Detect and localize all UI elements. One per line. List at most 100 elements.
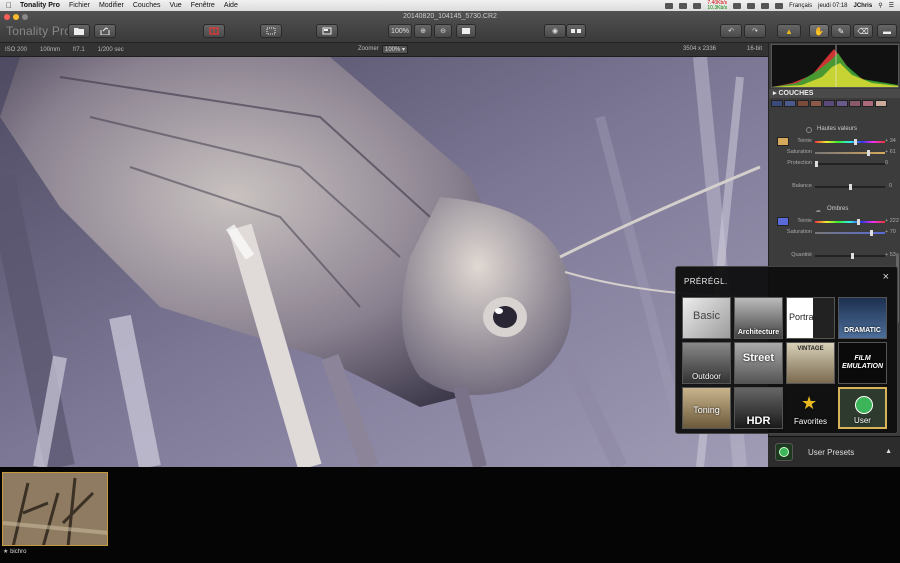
zoom-in-button[interactable]: ⊕ (414, 24, 432, 38)
preset-user[interactable]: User (838, 387, 887, 429)
menu-vue[interactable]: Vue (170, 2, 182, 9)
filmstrip-thumbnail[interactable] (2, 472, 108, 546)
preset-outdoor[interactable]: Outdoor (682, 342, 731, 384)
preset-swatch[interactable] (862, 100, 874, 107)
tray-app-icon[interactable] (665, 2, 674, 9)
fit-button[interactable] (456, 24, 476, 38)
brush-tool[interactable]: ✎ (831, 24, 851, 38)
highlights-slider[interactable] (815, 139, 885, 145)
zoom-out-icon: ⊖ (440, 28, 446, 35)
dropbox-icon[interactable] (679, 2, 688, 9)
grasshopper-photo (0, 57, 768, 467)
menu-modifier[interactable]: Modifier (99, 2, 124, 9)
zoom-select[interactable]: 100% ▾ (382, 45, 408, 54)
user-presets-bar[interactable]: User Presets ▲ (768, 436, 900, 467)
user-name[interactable]: JChris (854, 3, 873, 9)
preset-swatch[interactable] (771, 100, 783, 107)
battery-icon[interactable] (775, 2, 784, 9)
preset-swatch[interactable] (875, 100, 887, 107)
eraser-tool[interactable]: ⌫ (853, 24, 873, 38)
undo-button[interactable]: ↶ (720, 24, 742, 38)
shadows-cloud-icon[interactable]: ☁ (815, 207, 821, 214)
shadows-slider[interactable] (815, 230, 885, 236)
balance-slider[interactable] (815, 184, 885, 190)
star-icon: ★ (3, 549, 9, 555)
preset-swatch[interactable] (797, 100, 809, 107)
highlights-knob[interactable] (854, 139, 857, 145)
zoom-100-button[interactable]: 100% (388, 24, 412, 38)
thumbnail-name: bichro (10, 549, 27, 555)
balance-knob[interactable] (849, 184, 852, 190)
preset-film-emulation[interactable]: FILM EMULATION (838, 342, 887, 384)
preset-swatch[interactable] (849, 100, 861, 107)
share-button[interactable] (94, 24, 116, 38)
window-icon (322, 27, 332, 35)
app-window:  Tonality Pro Fichier Modifier Couches … (0, 0, 900, 563)
highlights-toggle-icon[interactable] (806, 127, 812, 133)
search-icon[interactable]: ⚲ (878, 2, 882, 9)
shadows-knob[interactable] (870, 230, 873, 236)
balance-value: 0 (889, 183, 893, 189)
quantity-slider[interactable] (815, 253, 885, 259)
close-icon[interactable]: × (883, 271, 889, 283)
preset-swatch[interactable] (810, 100, 822, 107)
bluetooth-icon[interactable] (733, 2, 742, 9)
layers-header[interactable]: ▸ COUCHES (769, 89, 900, 98)
menu-aide[interactable]: Aide (224, 2, 238, 9)
menu-couches[interactable]: Couches (133, 2, 161, 9)
highlights-label: Saturation (786, 149, 812, 155)
preset-label: Toning (693, 405, 720, 415)
preset-portrait[interactable]: Portrait (786, 297, 835, 339)
preview-button[interactable]: ◉ (544, 24, 566, 38)
histogram-tool[interactable]: ▲ (777, 24, 801, 38)
highlights-knob[interactable] (867, 150, 870, 156)
hand-tool[interactable]: ✋ (809, 24, 829, 38)
preset-toning[interactable]: Toning (682, 387, 731, 429)
clock[interactable]: jeudi 07:18 (818, 3, 847, 9)
compare-button[interactable] (203, 24, 225, 38)
highlights-slider[interactable] (815, 150, 885, 156)
tray-sync-icon[interactable] (693, 2, 702, 9)
menu-fenetre[interactable]: Fenêtre (191, 2, 215, 9)
preset-street[interactable]: Street (734, 342, 783, 384)
redo-icon: ↷ (752, 28, 758, 35)
star-icon: ★ (801, 393, 818, 413)
preset-swatch[interactable] (836, 100, 848, 107)
folder-icon (74, 28, 84, 35)
crop-icon (266, 27, 276, 35)
split-view-button[interactable] (566, 24, 586, 38)
menu-app-name[interactable]: Tonality Pro (20, 2, 60, 9)
preset-vintage[interactable]: VINTAGE (786, 342, 835, 384)
wifi-icon[interactable] (747, 2, 756, 9)
language-indicator[interactable]: Français (789, 3, 812, 9)
compare-icon (209, 27, 219, 35)
shadows-value: + 70 (885, 229, 896, 235)
preset-label: Portrait (788, 312, 818, 322)
volume-icon[interactable] (761, 2, 770, 9)
menu-fichier[interactable]: Fichier (69, 2, 90, 9)
crop-button[interactable] (260, 24, 282, 38)
preset-architecture[interactable]: Architecture (734, 297, 783, 339)
preset-dramatic[interactable]: DRAMATIC (838, 297, 887, 339)
chevron-up-icon[interactable]: ▲ (885, 448, 892, 455)
redo-button[interactable]: ↷ (744, 24, 766, 38)
preset-basic[interactable]: Basic (682, 297, 731, 339)
mask-tool[interactable]: ▬ (877, 24, 897, 38)
preset-favorites[interactable]: ★ Favorites (786, 387, 835, 429)
preset-swatch[interactable] (823, 100, 835, 107)
open-button[interactable] (68, 24, 90, 38)
preset-swatch[interactable] (784, 100, 796, 107)
layout-button[interactable] (316, 24, 338, 38)
image-canvas[interactable] (0, 57, 768, 467)
quantity-knob[interactable] (851, 253, 854, 259)
zoom-out-button[interactable]: ⊖ (434, 24, 452, 38)
shadows-knob[interactable] (857, 219, 860, 225)
shadows-slider[interactable] (815, 219, 885, 225)
highlights-knob[interactable] (815, 161, 818, 167)
list-icon[interactable]: ☰ (889, 2, 894, 9)
exif-focal: 100mm (40, 46, 61, 53)
highlights-slider[interactable] (815, 161, 885, 167)
preset-hdr[interactable]: HDR (734, 387, 783, 429)
apple-icon[interactable]:  (6, 1, 12, 10)
histogram-graph (772, 45, 898, 87)
